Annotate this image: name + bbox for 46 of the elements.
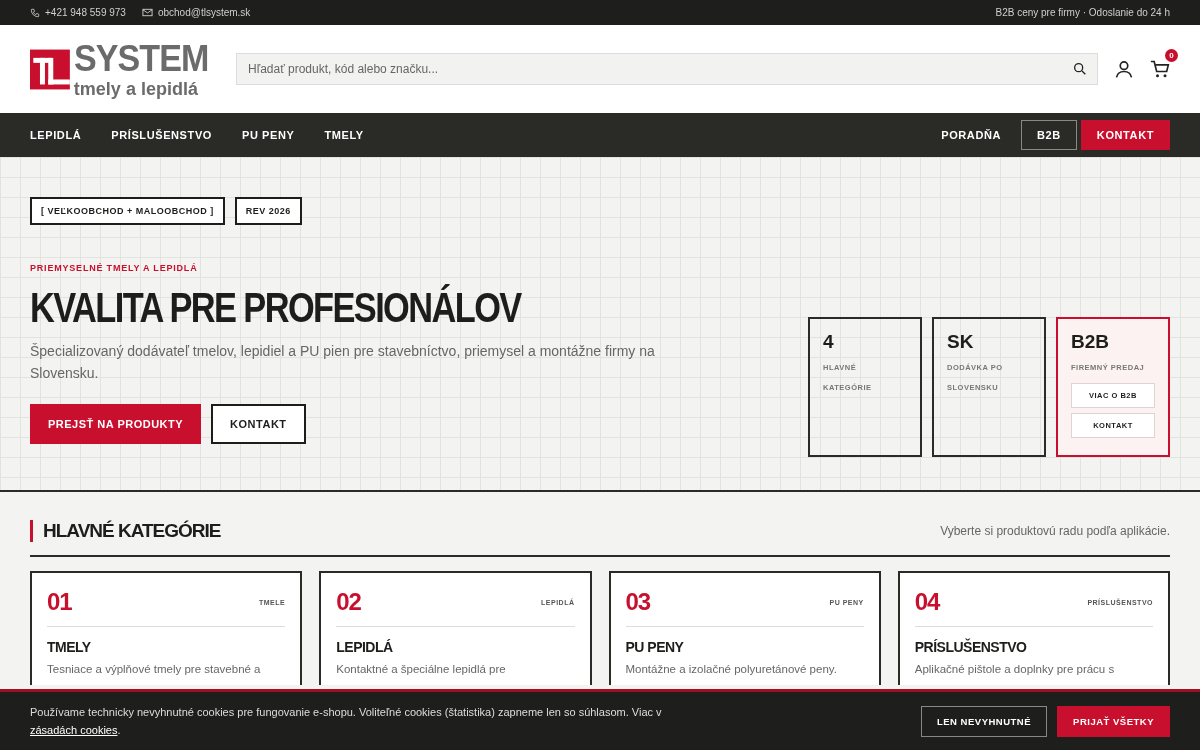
category-title: LEPIDLÁ bbox=[336, 639, 394, 655]
accept-all-button[interactable]: PRIJAŤ VŠETKY bbox=[1057, 705, 1170, 737]
category-description: Tesniace a výplňové tmely pre stavebné a bbox=[47, 663, 262, 675]
cart-icon[interactable] bbox=[1150, 59, 1170, 79]
search-icon[interactable] bbox=[1072, 61, 1088, 77]
contact-button[interactable]: KONTAKT bbox=[211, 404, 306, 445]
nav-link[interactable]: LEPIDLÁ bbox=[15, 121, 97, 149]
category-number: 04 bbox=[914, 588, 940, 616]
category-title: PU PENY bbox=[625, 639, 685, 655]
user-icon[interactable] bbox=[1114, 59, 1134, 79]
hero-title: KVALITA PRE PROFESIONÁLOV bbox=[30, 283, 523, 333]
nav-link[interactable]: PRÍSLUŠENSTVO bbox=[96, 121, 227, 149]
nav-button[interactable]: B2B bbox=[1021, 120, 1077, 150]
cookie-notice: Používame technicky nevyhnutné cookies pre fungovanie e-shopu. Voliteľné cookies (štatistika) zapneme len so súhlasom. Viac v zásadách cookies. bbox=[30, 705, 663, 738]
stat-value: 4 bbox=[823, 331, 835, 353]
section-subtitle: Vyberte si produktovú radu podľa aplikácie. bbox=[940, 524, 1170, 538]
cart-count-badge: 0 bbox=[1165, 49, 1178, 62]
products-button[interactable]: PREJSŤ NA PRODUKTY bbox=[30, 404, 202, 445]
logo-name: SYSTEM bbox=[73, 40, 209, 77]
category-title: PRÍSLUŠENSTVO bbox=[914, 639, 1028, 655]
category-number: 01 bbox=[47, 588, 72, 616]
hero-description: Špecializovaný dodávateľ tmelov, lepidiel a PU pien pre stavebníctvo, priemysel a montážne firmy na Slovensku. bbox=[30, 342, 656, 384]
nav-link[interactable]: PORADŇA bbox=[925, 120, 1018, 150]
stat-value: B2B bbox=[1071, 331, 1110, 353]
tag-label: REV 2026 bbox=[234, 197, 302, 225]
category-description: Montážne a izolačné polyuretánové peny. bbox=[625, 663, 838, 675]
info-text: B2B ceny pre firmy · Odoslanie do 24 h bbox=[995, 7, 1170, 18]
stat-value: SK bbox=[947, 331, 975, 353]
nav-link[interactable]: TMELY bbox=[309, 121, 379, 149]
nav-button[interactable]: KONTAKT bbox=[1080, 120, 1170, 150]
section-title: HLAVNÉ KATEGÓRIE bbox=[30, 520, 221, 542]
phone-icon bbox=[30, 7, 40, 18]
phone-number[interactable]: +421 948 559 973 bbox=[45, 7, 126, 18]
tag-label: [ VEĽKOOBCHOD + MALOOBCHOD ] bbox=[30, 197, 225, 225]
category-description: Kontaktné a špeciálne lepidlá pre bbox=[336, 663, 507, 675]
email-address[interactable]: obchod@tlsystem.sk bbox=[157, 7, 251, 18]
category-number: 02 bbox=[336, 588, 361, 616]
necessary-only-button[interactable]: LEN NEVYHNUTNÉ bbox=[920, 705, 1048, 737]
mail-icon bbox=[141, 7, 153, 18]
search-field[interactable]: Hľadať produkt, kód alebo značku... bbox=[236, 53, 1098, 85]
category-number: 03 bbox=[625, 588, 651, 616]
logo-tagline: tmely a lepidlá bbox=[73, 80, 199, 98]
eyebrow-text: PRIEMYSELNÉ TMELY A LEPIDLÁ bbox=[30, 263, 199, 273]
category-description: Aplikačné pištole a doplnky pre prácu s bbox=[914, 663, 1116, 675]
category-title: TMELY bbox=[47, 639, 92, 655]
nav-link[interactable]: PU PENY bbox=[227, 121, 310, 149]
